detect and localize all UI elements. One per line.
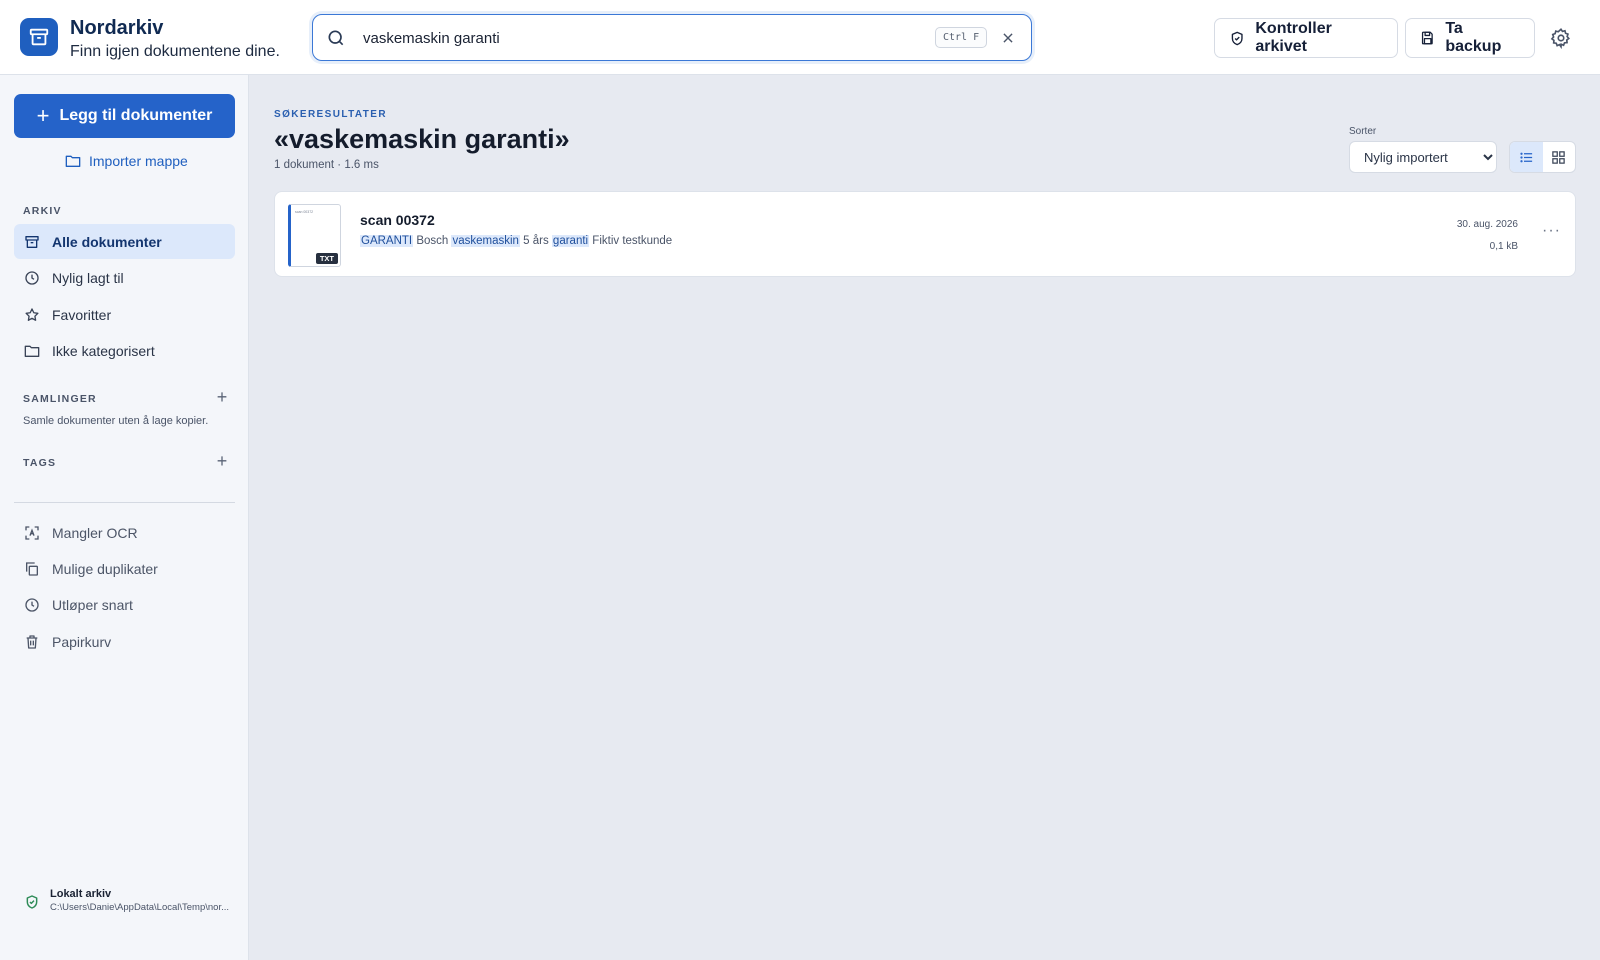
sidebar: + Legg til dokumenter Importer mappe ARK… bbox=[0, 75, 249, 960]
file-type-badge: TXT bbox=[315, 253, 338, 264]
snippet-text: Fiktiv testkunde bbox=[589, 235, 673, 247]
copy-icon bbox=[26, 561, 38, 576]
snippet-highlight: GARANTI bbox=[360, 235, 414, 247]
thumbnail-text: scan 00372 bbox=[295, 210, 314, 214]
archive-box-icon bbox=[25, 235, 39, 248]
shield-check-icon bbox=[26, 895, 38, 909]
result-card[interactable]: scan 00372 TXT scan 00372 GARANTI Bosch … bbox=[274, 191, 1576, 277]
backup-label: Ta backup bbox=[1445, 20, 1502, 55]
folder-icon bbox=[24, 345, 40, 357]
search-input[interactable] bbox=[363, 26, 903, 50]
trash-icon bbox=[26, 634, 38, 649]
nav-uncategorized[interactable]: Ikke kategorisert bbox=[14, 333, 235, 368]
nav-duplicates[interactable]: Mulige duplikater bbox=[14, 551, 235, 586]
app-name: Nordarkiv bbox=[70, 17, 164, 39]
nav-all-documents-label: Alle dokumenter bbox=[52, 233, 162, 250]
sort-label: Sorter bbox=[1349, 126, 1377, 137]
collections-heading: SAMLINGER bbox=[23, 393, 97, 405]
close-icon bbox=[1003, 33, 1013, 43]
list-icon bbox=[1520, 152, 1532, 162]
result-snippet: GARANTI Bosch vaskemaskin 5 års garanti … bbox=[360, 235, 672, 247]
add-documents-label: Legg til dokumenter bbox=[59, 107, 213, 124]
snippet-text: 5 års bbox=[519, 235, 552, 247]
import-folder-label: Importer mappe bbox=[89, 153, 188, 169]
backup-button[interactable]: Ta backup bbox=[1405, 18, 1535, 58]
archive-heading: ARKIV bbox=[23, 205, 62, 217]
clock-icon bbox=[25, 597, 39, 612]
shield-check-icon bbox=[1231, 31, 1243, 45]
app-header: Nordarkiv Finn igjen dokumentene dine. C… bbox=[0, 0, 1600, 75]
nav-all-documents[interactable]: Alle dokumenter bbox=[14, 224, 235, 259]
nav-trash-label: Papirkurv bbox=[52, 633, 112, 650]
scan-text-icon bbox=[25, 525, 39, 540]
folder-icon bbox=[65, 155, 81, 167]
save-icon bbox=[1421, 31, 1433, 45]
snippet-highlight: garanti bbox=[551, 235, 590, 247]
check-archive-label: Kontroller arkivet bbox=[1255, 20, 1332, 55]
clear-search-button[interactable] bbox=[997, 27, 1019, 49]
snippet-text: Bosch bbox=[413, 235, 452, 247]
grid-icon bbox=[1552, 150, 1565, 164]
sort-select[interactable]: Nylig importert bbox=[1349, 141, 1497, 173]
import-folder-link[interactable]: Importer mappe bbox=[65, 153, 188, 169]
document-date: 30. aug. 2026 bbox=[1456, 219, 1518, 230]
document-thumbnail: scan 00372 TXT bbox=[288, 204, 341, 267]
nav-favorites[interactable]: Favoritter bbox=[14, 297, 235, 332]
nav-recently-added-label: Nylig lagt til bbox=[52, 269, 124, 286]
document-size: 0,1 kB bbox=[1489, 241, 1518, 252]
grid-view-button[interactable] bbox=[1543, 142, 1576, 172]
star-icon bbox=[25, 307, 39, 321]
list-view-button[interactable] bbox=[1510, 142, 1543, 172]
more-options-button[interactable]: ··· bbox=[1542, 222, 1561, 240]
check-archive-button[interactable]: Kontroller arkivet bbox=[1214, 18, 1398, 58]
app-tagline: Finn igjen dokumentene dine. bbox=[70, 43, 280, 60]
nav-trash[interactable]: Papirkurv bbox=[14, 624, 235, 659]
add-collection-button[interactable]: + bbox=[214, 386, 230, 407]
tags-heading: TAGS bbox=[23, 457, 57, 469]
status-path: C:\Users\Danie\AppData\Local\Temp\nor... bbox=[50, 902, 230, 913]
results-eyebrow: SØKERESULTATER bbox=[274, 109, 387, 120]
snippet-highlight: vaskemaskin bbox=[451, 235, 520, 247]
status-title: Lokalt arkiv bbox=[50, 888, 112, 900]
nav-favorites-label: Favoritter bbox=[52, 306, 112, 323]
shortcut-hint: Ctrl F bbox=[935, 27, 988, 48]
archive-status: Lokalt arkiv C:\Users\Danie\AppData\Loca… bbox=[24, 888, 229, 913]
nav-recently-added[interactable]: Nylig lagt til bbox=[14, 260, 235, 295]
results-meta: 1 dokument · 1.6 ms bbox=[274, 159, 379, 171]
nav-expiring-soon[interactable]: Utløper snart bbox=[14, 587, 235, 622]
gear-icon bbox=[1550, 28, 1570, 50]
search-box: Ctrl F bbox=[312, 14, 1032, 61]
settings-button[interactable] bbox=[1550, 27, 1572, 50]
add-tag-button[interactable]: + bbox=[214, 450, 230, 471]
nav-expiring-soon-label: Utløper snart bbox=[52, 596, 133, 613]
collections-hint: Samle dokumenter uten å lage kopier. bbox=[23, 415, 209, 427]
search-icon bbox=[326, 28, 346, 53]
view-toggle bbox=[1509, 141, 1576, 173]
plus-icon: + bbox=[216, 386, 228, 407]
sidebar-divider bbox=[14, 502, 235, 503]
nav-missing-ocr[interactable]: Mangler OCR bbox=[14, 515, 235, 550]
nav-duplicates-label: Mulige duplikater bbox=[52, 560, 158, 577]
clock-icon bbox=[25, 270, 39, 285]
nav-missing-ocr-label: Mangler OCR bbox=[52, 524, 138, 541]
document-title: scan 00372 bbox=[360, 212, 435, 228]
archive-logo-icon bbox=[20, 18, 58, 56]
results-title: «vaskemaskin garanti» bbox=[274, 124, 570, 154]
plus-icon: + bbox=[36, 103, 50, 128]
add-documents-button[interactable]: + Legg til dokumenter bbox=[14, 94, 235, 138]
nav-uncategorized-label: Ikke kategorisert bbox=[52, 342, 155, 359]
plus-icon: + bbox=[216, 450, 228, 471]
